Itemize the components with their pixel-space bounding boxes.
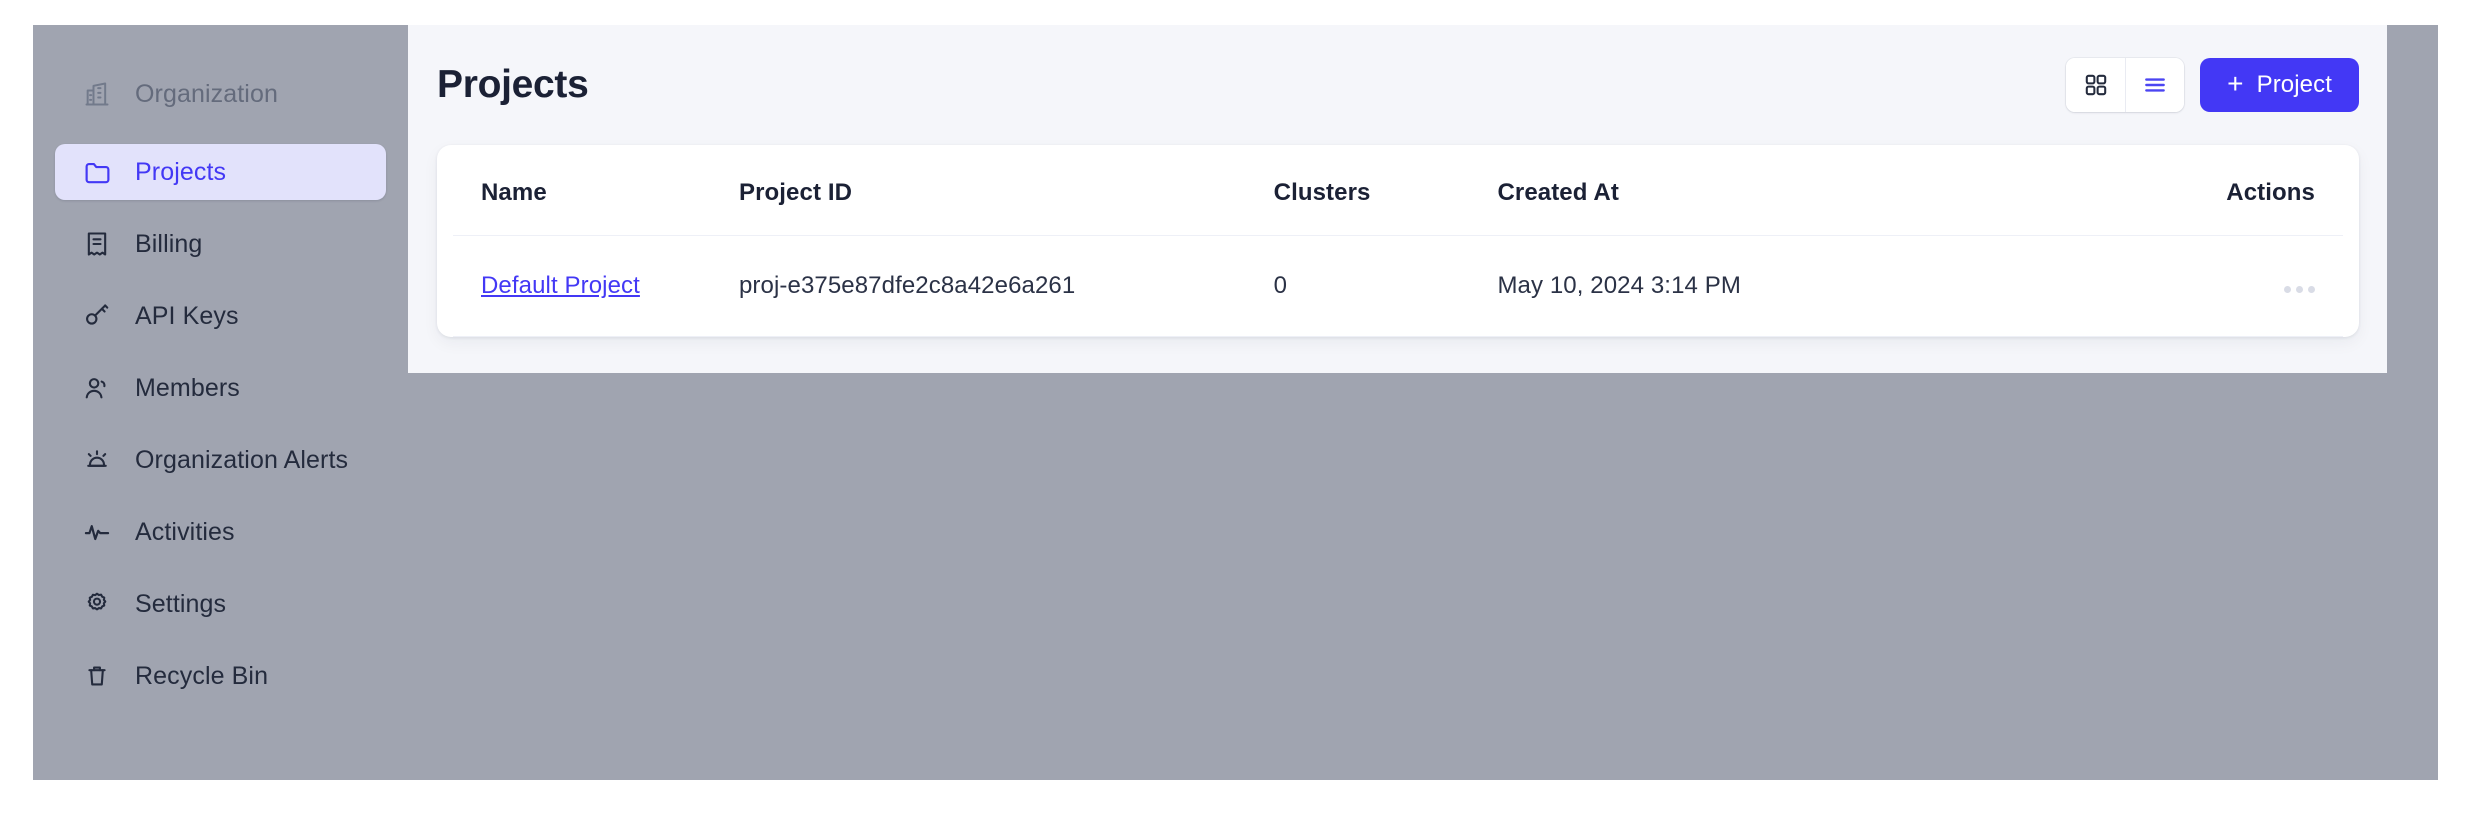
projects-table: Name Project ID Clusters Created At Acti…	[453, 145, 2343, 337]
add-project-button[interactable]: + Project	[2200, 58, 2359, 112]
sidebar-item-members[interactable]: Members	[55, 360, 386, 416]
column-header-actions: Actions	[2194, 145, 2343, 236]
page-header: Projects	[408, 25, 2387, 145]
cell-clusters: 0	[1274, 236, 1498, 337]
user-icon	[82, 373, 112, 403]
project-name-link[interactable]: Default Project	[481, 272, 640, 299]
sidebar-item-label: Recycle Bin	[135, 662, 268, 691]
sidebar-item-organization[interactable]: Organization	[55, 66, 386, 122]
cell-project-id: proj-e375e87dfe2c8a42e6a261	[739, 236, 1274, 337]
sidebar-item-label: Organization	[135, 80, 278, 109]
projects-page: Projects	[408, 25, 2387, 373]
app-window: Organization Projects Billing	[33, 25, 2438, 780]
building-icon	[82, 79, 112, 109]
column-header-clusters[interactable]: Clusters	[1274, 145, 1498, 236]
view-mode-toggle[interactable]	[2066, 58, 2184, 112]
column-header-name[interactable]: Name	[453, 145, 739, 236]
key-icon	[82, 301, 112, 331]
sidebar-item-label: Projects	[135, 158, 226, 187]
table-row: Default Project proj-e375e87dfe2c8a42e6a…	[453, 236, 2343, 337]
sidebar-item-activities[interactable]: Activities	[55, 504, 386, 560]
sidebar-item-label: Members	[135, 374, 240, 403]
sidebar-item-label: Billing	[135, 230, 202, 259]
sidebar-item-settings[interactable]: Settings	[55, 576, 386, 632]
more-horizontal-icon[interactable]	[2194, 286, 2315, 293]
list-view-icon	[2142, 72, 2168, 98]
plus-icon: +	[2227, 70, 2243, 98]
list-view-button[interactable]	[2125, 58, 2184, 112]
receipt-icon	[82, 229, 112, 259]
page-title: Projects	[437, 63, 589, 107]
dot	[2308, 286, 2315, 293]
add-project-label: Project	[2257, 71, 2332, 99]
sidebar-item-api-keys[interactable]: API Keys	[55, 288, 386, 344]
dot	[2296, 286, 2303, 293]
gear-icon	[82, 589, 112, 619]
grid-view-icon	[2083, 72, 2109, 98]
table-body: Default Project proj-e375e87dfe2c8a42e6a…	[453, 236, 2343, 337]
trash-icon	[82, 661, 112, 691]
column-header-created-at[interactable]: Created At	[1497, 145, 2193, 236]
projects-table-card: Name Project ID Clusters Created At Acti…	[437, 145, 2359, 337]
sidebar-item-organization-alerts[interactable]: Organization Alerts	[55, 432, 386, 488]
sidebar-item-billing[interactable]: Billing	[55, 216, 386, 272]
table-head: Name Project ID Clusters Created At Acti…	[453, 145, 2343, 236]
alarm-icon	[82, 445, 112, 475]
cell-project-name: Default Project	[453, 236, 739, 337]
sidebar-navigation: Organization Projects Billing	[33, 25, 408, 720]
sidebar-item-label: Settings	[135, 590, 226, 619]
folder-icon	[82, 157, 112, 187]
sidebar-item-label: Organization Alerts	[135, 446, 348, 475]
sidebar-item-projects[interactable]: Projects	[55, 144, 386, 200]
header-actions: + Project	[2066, 58, 2359, 112]
pulse-icon	[82, 517, 112, 547]
table-header-row: Name Project ID Clusters Created At Acti…	[453, 145, 2343, 236]
sidebar-item-recycle-bin[interactable]: Recycle Bin	[55, 648, 386, 704]
sidebar-item-label: Activities	[135, 518, 235, 547]
cell-actions	[2194, 236, 2343, 337]
sidebar-item-label: API Keys	[135, 302, 239, 331]
grid-view-button[interactable]	[2066, 58, 2125, 112]
dot	[2284, 286, 2291, 293]
cell-created-at: May 10, 2024 3:14 PM	[1497, 236, 2193, 337]
column-header-project-id[interactable]: Project ID	[739, 145, 1274, 236]
